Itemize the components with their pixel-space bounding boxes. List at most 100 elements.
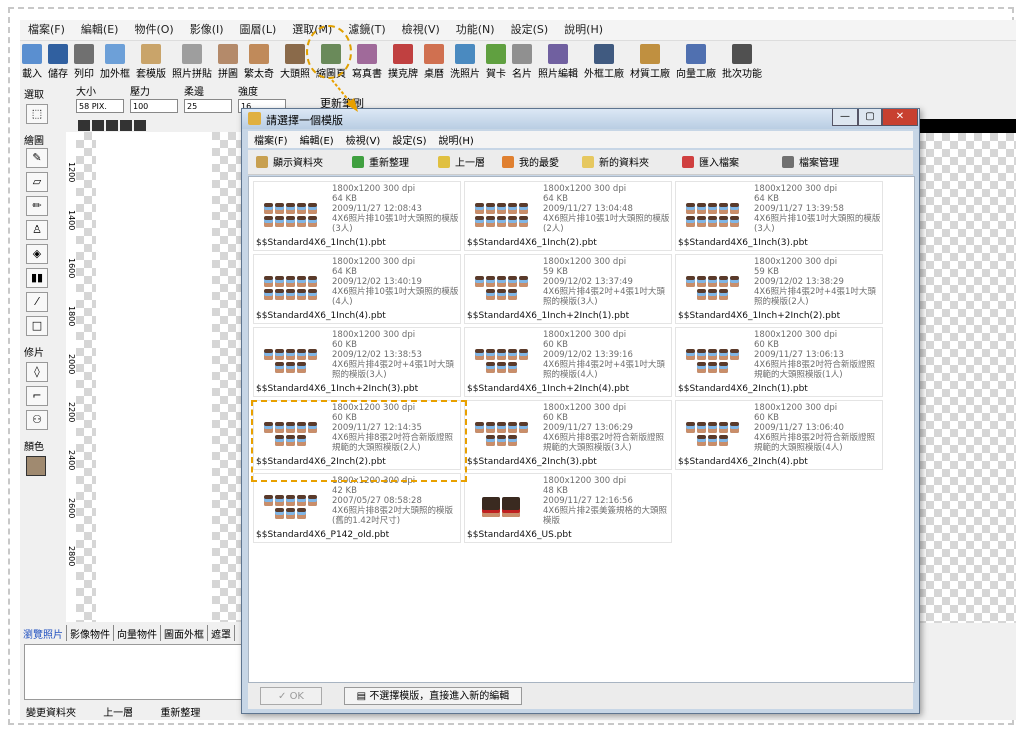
template-item[interactable]: 1800x1200 300 dpi 60 KB 2009/11/27 13:06:4… [675, 400, 883, 470]
menu-item[interactable]: 影像(I) [182, 20, 232, 38]
toolbar-button[interactable]: 照片拼貼 [170, 42, 214, 82]
toolbar-label: 賀卡 [486, 69, 506, 80]
template-info: 1800x1200 300 dpi 60 KB 2009/11/27 13:06:2… [543, 403, 671, 451]
import-file-button[interactable]: 匯入檔案 [682, 154, 739, 169]
menu-item[interactable]: 功能(N) [448, 20, 503, 38]
file-manager-button[interactable]: 檔案管理 [782, 154, 839, 169]
menu-item[interactable]: 設定(S) [503, 20, 557, 38]
toolbar-button[interactable]: 套模版 [134, 42, 168, 82]
template-item[interactable]: 1800x1200 300 dpi 59 KB 2009/12/02 13:38:2… [675, 254, 883, 324]
template-size: 64 KB [332, 194, 357, 204]
toolbar-button[interactable]: 儲存 [46, 42, 70, 82]
brush-tool[interactable]: ✎ [26, 148, 48, 168]
minimize-button[interactable]: — [832, 109, 858, 126]
menu-item[interactable]: 編輯(E) [73, 20, 127, 38]
pencil-tool[interactable]: ✏ [26, 196, 48, 216]
toolbar-button[interactable]: 加外框 [98, 42, 132, 82]
template-thumbnail [680, 415, 744, 453]
dialog-menu-item[interactable]: 設定(S) [386, 131, 432, 147]
highlight-circle [306, 25, 352, 79]
toolbar-button[interactable]: 材質工廠 [628, 42, 672, 82]
close-button[interactable]: ✕ [882, 109, 918, 126]
menu-item[interactable]: 物件(O) [126, 20, 181, 38]
menu-item[interactable]: 圖層(L) [232, 20, 285, 38]
template-item[interactable]: 1800x1200 300 dpi 60 KB 2009/12/02 13:38:5… [253, 327, 461, 397]
soften-spinner[interactable]: 25 [184, 99, 232, 113]
mini-tool-4[interactable] [120, 120, 132, 131]
template-item[interactable]: 1800x1200 300 dpi 64 KB 2009/12/02 13:40:1… [253, 254, 461, 324]
refresh-button[interactable]: 重新整理 [160, 708, 200, 719]
toolbar-button[interactable]: 洗照片 [448, 42, 482, 82]
new-folder-button[interactable]: 新的資料夾 [582, 154, 649, 169]
skip-template-button[interactable]: ▤ 不選擇模版，直接進入新的編輯 [344, 687, 522, 705]
dialog-menu-item[interactable]: 說明(H) [433, 131, 480, 147]
dialog-app-icon [248, 112, 261, 125]
eyedropper-tool[interactable]: ⁄ [26, 292, 48, 312]
toolbar-button[interactable]: 桌曆 [422, 42, 446, 82]
template-item[interactable]: 1800x1200 300 dpi 64 KB 2009/11/27 13:04:4… [464, 181, 672, 251]
ok-button[interactable]: ✓ OK [260, 687, 322, 705]
template-item[interactable]: 1800x1200 300 dpi 48 KB 2009/11/27 12:16:5… [464, 473, 672, 543]
template-item[interactable]: 1800x1200 300 dpi 60 KB 2009/11/27 13:06:2… [464, 400, 672, 470]
toolbar-button[interactable]: 寫真書 [350, 42, 384, 82]
template-item[interactable]: 1800x1200 300 dpi 60 KB 2009/11/27 13:06:1… [675, 327, 883, 397]
rect-select-tool[interactable]: ⬚ [26, 104, 48, 124]
dialog-menu-item[interactable]: 檔案(F) [248, 131, 294, 147]
menu-item[interactable]: 檢視(V) [394, 20, 448, 38]
favorites-button[interactable]: 我的最愛 [502, 154, 559, 169]
template-item[interactable]: 1800x1200 300 dpi 60 KB 2009/12/02 13:39:1… [464, 327, 672, 397]
mini-tool-3[interactable] [106, 120, 118, 131]
dialog-menu-item[interactable]: 檢視(V) [340, 131, 387, 147]
template-filename: $$Standard4X6_US.pbt [467, 530, 572, 540]
canvas-top-bar [918, 119, 1016, 133]
toolbar-button[interactable]: 外框工廠 [582, 42, 626, 82]
eraser-tool[interactable]: ▱ [26, 172, 48, 192]
gradient-tool[interactable]: ▮▮ [26, 268, 48, 288]
mini-tool-1[interactable] [78, 120, 90, 131]
toolbar-button[interactable]: 名片 [510, 42, 534, 82]
template-item[interactable]: 1800x1200 300 dpi 59 KB 2009/12/02 13:37:4… [464, 254, 672, 324]
toolbar-button[interactable]: 向量工廠 [674, 42, 718, 82]
menu-item[interactable]: 檔案(F) [20, 20, 73, 38]
toolbar-button[interactable]: 繁太奇 [242, 42, 276, 82]
change-folder-button[interactable]: 變更資料夾 [26, 708, 76, 719]
toolbar-icon [455, 44, 475, 64]
bottom-tab[interactable]: 影像物件 [67, 625, 114, 641]
toolbar-button[interactable]: 列印 [72, 42, 96, 82]
show-folders-button[interactable]: 顯示資料夾 [256, 154, 323, 169]
redeye-tool[interactable]: ⌐ [26, 386, 48, 406]
blur-tool[interactable]: ◊ [26, 362, 48, 382]
menu-item[interactable]: 濾鏡(T) [340, 20, 393, 38]
mini-tool-5[interactable] [134, 120, 146, 131]
toolbar-button[interactable]: 賀卡 [484, 42, 508, 82]
bottom-tab[interactable]: 遮罩 [208, 625, 235, 641]
up-folder-button[interactable]: 上一層 [438, 154, 485, 169]
up-level-button[interactable]: 上一層 [103, 708, 133, 719]
bottom-tab[interactable]: 瀏覽照片 [20, 625, 67, 641]
foreground-color-swatch[interactable] [26, 456, 46, 476]
pressure-spinner[interactable]: 100 [130, 99, 178, 113]
template-item[interactable]: 1800x1200 300 dpi 64 KB 2009/11/27 12:08:4… [253, 181, 461, 251]
bottom-tab[interactable]: 向量物件 [114, 625, 161, 641]
fill-tool[interactable]: ◈ [26, 244, 48, 264]
toolbar-icon [249, 44, 269, 64]
editing-canvas[interactable] [76, 132, 250, 622]
toolbar-button[interactable]: 撲克牌 [386, 42, 420, 82]
dialog-menu-item[interactable]: 編輯(E) [294, 131, 340, 147]
toolbar-button[interactable]: 拼圖 [216, 42, 240, 82]
toolbar-button[interactable]: 批次功能 [720, 42, 764, 82]
maximize-button[interactable]: ▢ [858, 109, 882, 126]
toolbar-button[interactable]: 照片編輯 [536, 42, 580, 82]
mini-tool-2[interactable] [92, 120, 104, 131]
template-item[interactable]: 1800x1200 300 dpi 42 KB 2007/05/27 08:58:2… [253, 473, 461, 543]
bottom-tab[interactable]: 圖面外框 [161, 625, 208, 641]
toolbar-button[interactable]: 載入 [20, 42, 44, 82]
clone-tool[interactable]: ⚇ [26, 410, 48, 430]
toolbar-icon [105, 44, 125, 64]
template-item[interactable]: 1800x1200 300 dpi 64 KB 2009/11/27 13:39:5… [675, 181, 883, 251]
shape-tool[interactable]: □ [26, 316, 48, 336]
refresh-list-button[interactable]: 重新整理 [352, 154, 409, 169]
size-spinner[interactable]: 58 PIX. [76, 99, 124, 113]
stamp-tool[interactable]: ♙ [26, 220, 48, 240]
menu-item[interactable]: 說明(H) [556, 20, 611, 38]
